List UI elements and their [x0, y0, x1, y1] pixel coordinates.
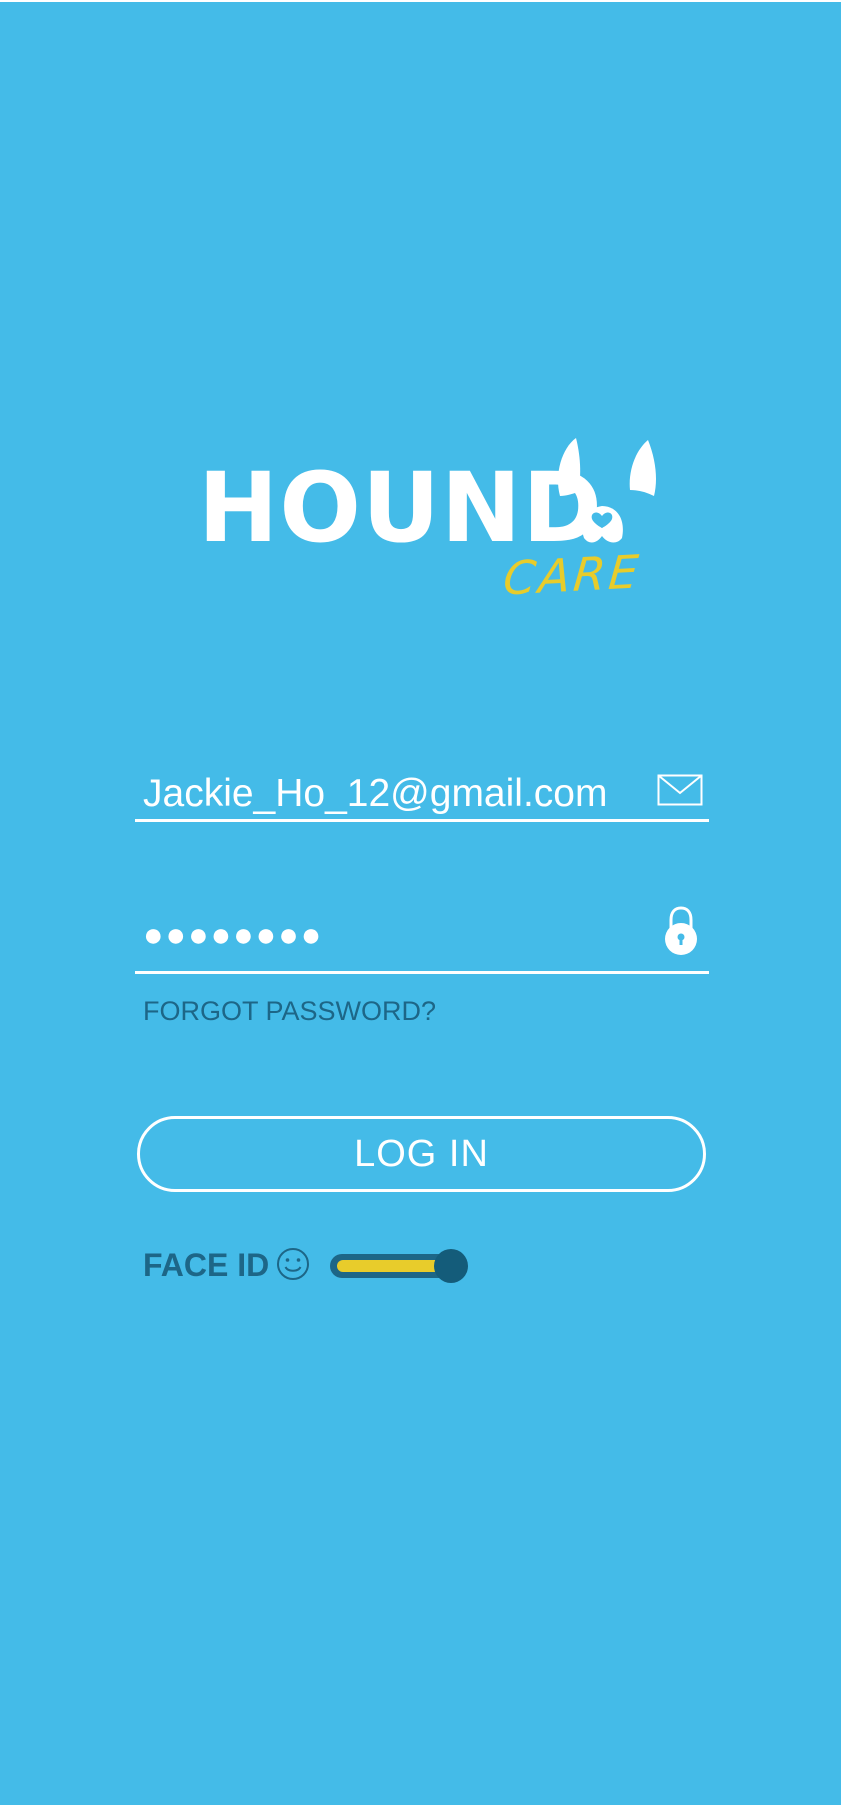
- face-id-row: FACE ID: [143, 1244, 483, 1288]
- hound-care-logo: HOUND CARE: [198, 434, 658, 614]
- lock-icon: [663, 906, 699, 961]
- toggle-knob[interactable]: [434, 1249, 468, 1283]
- password-input-value[interactable]: ●●●●●●●●: [143, 918, 323, 952]
- face-id-label: FACE ID: [143, 1247, 270, 1283]
- dog-ears-icon: [548, 434, 658, 554]
- login-screen: HOUND CARE Jackie_Ho_12@gmail.com ●●●●●●…: [0, 0, 842, 1805]
- envelope-icon: [657, 774, 703, 811]
- login-button[interactable]: LOG IN: [137, 1116, 706, 1192]
- smiley-face-icon: [275, 1246, 311, 1287]
- logo-tagline: CARE: [501, 544, 644, 606]
- logo-wordmark: HOUND: [198, 452, 603, 564]
- password-field[interactable]: ●●●●●●●●: [135, 900, 709, 974]
- face-id-toggle[interactable]: [330, 1249, 470, 1283]
- email-input-value[interactable]: Jackie_Ho_12@gmail.com: [143, 774, 607, 813]
- toggle-fill: [337, 1260, 447, 1272]
- login-background: HOUND CARE Jackie_Ho_12@gmail.com ●●●●●●…: [0, 2, 841, 1805]
- email-underline: [135, 819, 709, 822]
- forgot-password-link[interactable]: FORGOT PASSWORD?: [143, 998, 436, 1025]
- email-field[interactable]: Jackie_Ho_12@gmail.com: [135, 762, 709, 822]
- login-button-label: LOG IN: [354, 1132, 489, 1175]
- password-underline: [135, 971, 709, 974]
